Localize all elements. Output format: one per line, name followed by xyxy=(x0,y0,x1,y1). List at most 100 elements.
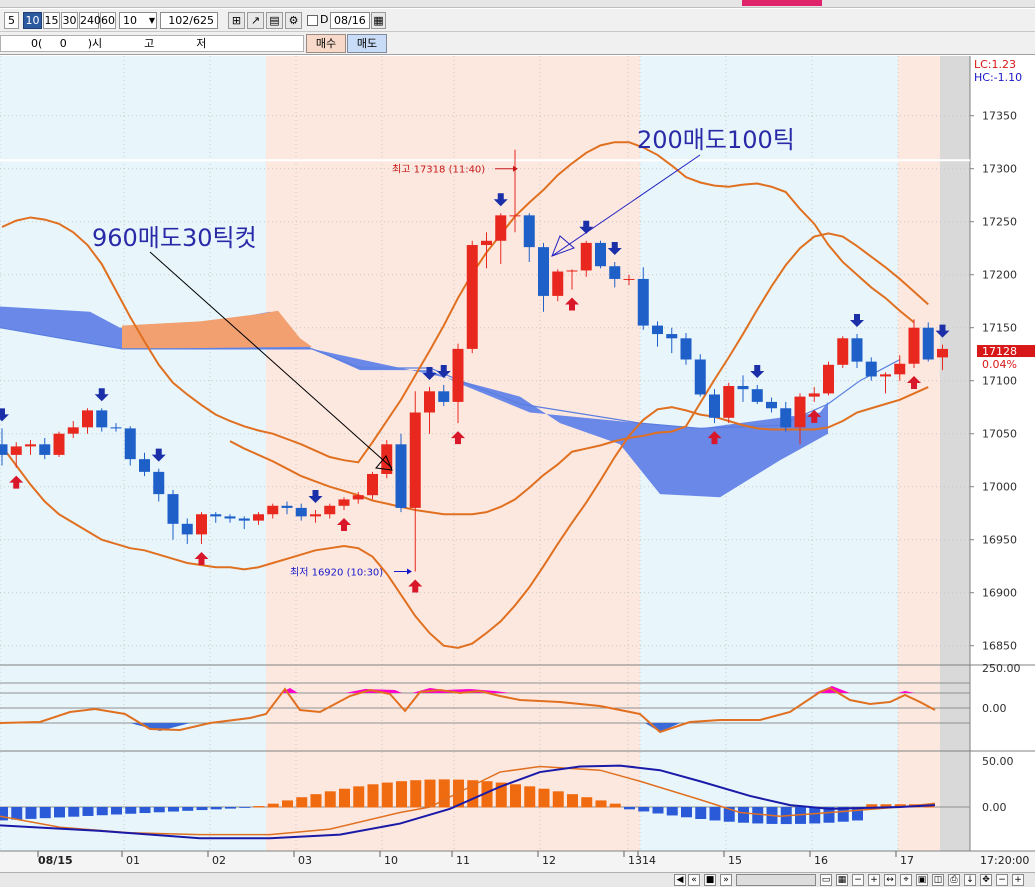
time-tick-label: 08/15 xyxy=(38,854,73,867)
quote-summary: 0( 0 )시 고 저 xyxy=(0,35,304,52)
candle xyxy=(823,361,834,396)
candle-body xyxy=(666,334,678,339)
period-button-10[interactable]: 10 xyxy=(23,12,42,29)
zoom-icon[interactable]: ▭ xyxy=(820,874,832,886)
period-button-30[interactable]: 30 xyxy=(61,12,78,29)
down-icon[interactable]: ↓ xyxy=(964,874,976,886)
interval-select[interactable]: 10 ▼ xyxy=(119,12,157,29)
candle-body xyxy=(267,505,279,515)
future-area xyxy=(940,56,970,851)
candle-body xyxy=(851,338,863,362)
promo-button[interactable] xyxy=(742,0,822,6)
candle-body xyxy=(395,444,407,508)
period-button-240[interactable]: 240 xyxy=(79,12,101,29)
candle-body xyxy=(224,516,236,519)
candle-body xyxy=(523,215,535,248)
candle-body xyxy=(438,391,450,402)
candle-body xyxy=(10,446,22,455)
grid-icon[interactable]: ▦ xyxy=(836,874,848,886)
time-tick-label: 11 xyxy=(456,854,470,867)
minus-icon[interactable]: − xyxy=(996,874,1008,886)
calendar-icon[interactable]: ▦ xyxy=(371,12,386,29)
print-icon[interactable]: ⎙ xyxy=(948,874,960,886)
save-icon[interactable]: ▤ xyxy=(266,12,283,29)
macd-histogram-bar xyxy=(139,807,151,814)
macd-histogram-bar xyxy=(267,803,279,808)
period-button-5[interactable]: 5 xyxy=(4,12,19,29)
macd-histogram-bar xyxy=(567,794,578,808)
time-tick-label: 10 xyxy=(384,854,398,867)
candle-body xyxy=(937,348,948,358)
macd-histogram-bar xyxy=(0,807,8,821)
macd-histogram-bar xyxy=(82,807,94,816)
time-tick-label: 17 xyxy=(900,854,914,867)
macd-histogram-bar xyxy=(353,786,365,808)
period-button-60[interactable]: 60 xyxy=(100,12,116,29)
candle-body xyxy=(908,327,920,364)
macd-histogram-bar xyxy=(410,780,422,808)
candle-body xyxy=(25,444,36,447)
candle-body xyxy=(808,393,820,397)
next-page-icon[interactable]: » xyxy=(720,874,732,886)
candle-body xyxy=(167,494,179,524)
time-tick-label: 12 xyxy=(542,854,556,867)
current-change-label: 0.04% xyxy=(982,358,1017,371)
macd-histogram-bar xyxy=(738,807,749,823)
candle-body xyxy=(67,427,79,434)
fit-icon[interactable]: ↔ xyxy=(884,874,896,886)
macd-histogram-bar xyxy=(125,807,137,814)
period-button-15[interactable]: 15 xyxy=(43,12,60,29)
macd-histogram-bar xyxy=(552,791,564,808)
macd-histogram-bar xyxy=(182,807,194,811)
date-field[interactable]: 08/16 xyxy=(330,12,370,29)
scroll-slider[interactable] xyxy=(736,874,816,886)
gear-icon[interactable]: ⚙ xyxy=(285,12,302,29)
price-chart[interactable]: 1685016900169501700017050171001715017200… xyxy=(0,56,1035,872)
date-checkbox-label: D xyxy=(320,13,329,26)
candle-body xyxy=(780,408,792,428)
current-price-label: 17128 xyxy=(982,345,1017,358)
zoom-in-icon[interactable]: + xyxy=(868,874,880,886)
macd-histogram-bar xyxy=(111,807,122,815)
macd-histogram-bar xyxy=(225,807,236,809)
candle-body xyxy=(709,394,720,418)
prev-page-icon[interactable]: « xyxy=(688,874,700,886)
candle-body xyxy=(894,363,906,375)
image-icon[interactable]: ▣ xyxy=(916,874,928,886)
osc-scale-top: 250.00 xyxy=(982,662,1021,675)
candle-type-icon[interactable]: ⊞ xyxy=(228,12,245,29)
macd-histogram-bar xyxy=(25,807,37,819)
candle xyxy=(466,240,478,354)
sell-button[interactable]: 매도 xyxy=(347,34,387,53)
macd-histogram-bar xyxy=(296,797,308,808)
macd-histogram-bar xyxy=(652,807,664,814)
macd-histogram-bar xyxy=(196,807,208,811)
zoom-out-icon[interactable]: − xyxy=(852,874,864,886)
date-checkbox[interactable] xyxy=(307,15,318,26)
first-icon[interactable]: ◀ xyxy=(674,874,686,886)
shrink-icon[interactable]: ◫ xyxy=(932,874,944,886)
pan-icon[interactable]: ✥ xyxy=(980,874,992,886)
line-draw-icon[interactable]: ↗ xyxy=(247,12,264,29)
macd-histogram-bar xyxy=(695,807,707,819)
session-band xyxy=(898,56,940,851)
candle-body xyxy=(751,389,763,402)
candle-body xyxy=(110,427,122,429)
price-tick-label: 17000 xyxy=(982,481,1017,494)
candle-body xyxy=(823,364,834,394)
macd-histogram-bar xyxy=(153,807,165,813)
plus-icon[interactable]: + xyxy=(1012,874,1024,886)
time-tick-label: 13 xyxy=(628,854,642,867)
candle xyxy=(837,336,849,368)
candle-body xyxy=(181,523,193,535)
price-tick-label: 16900 xyxy=(982,587,1017,600)
candle xyxy=(595,240,606,269)
macd-histogram-bar xyxy=(68,807,80,817)
crosshair-icon[interactable]: ⌖ xyxy=(900,874,912,886)
stop-icon[interactable]: ■ xyxy=(704,874,716,886)
candle-body xyxy=(452,348,464,402)
candle-body xyxy=(580,242,592,271)
buy-button[interactable]: 매수 xyxy=(306,34,346,53)
candle-body xyxy=(509,215,521,217)
macd-histogram-bar xyxy=(39,807,51,819)
